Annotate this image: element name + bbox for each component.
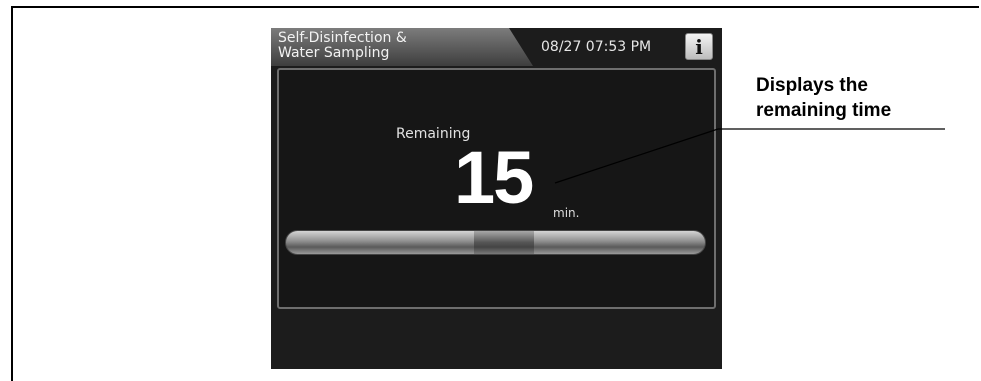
device-screen: Self-Disinfection & Water Sampling 08/27… [271,28,722,369]
info-button[interactable]: i [685,33,713,60]
progress-indicator [474,231,534,254]
callout-text: Displays the remaining time [756,75,892,121]
info-icon: i [695,34,703,59]
datetime-display: 08/27 07:53 PM [541,39,652,55]
remaining-time-unit: min. [553,206,580,220]
progress-bar [285,230,706,255]
remaining-time-value: 15 [454,136,534,219]
screen-title: Self-Disinfection & Water Sampling [278,30,407,61]
